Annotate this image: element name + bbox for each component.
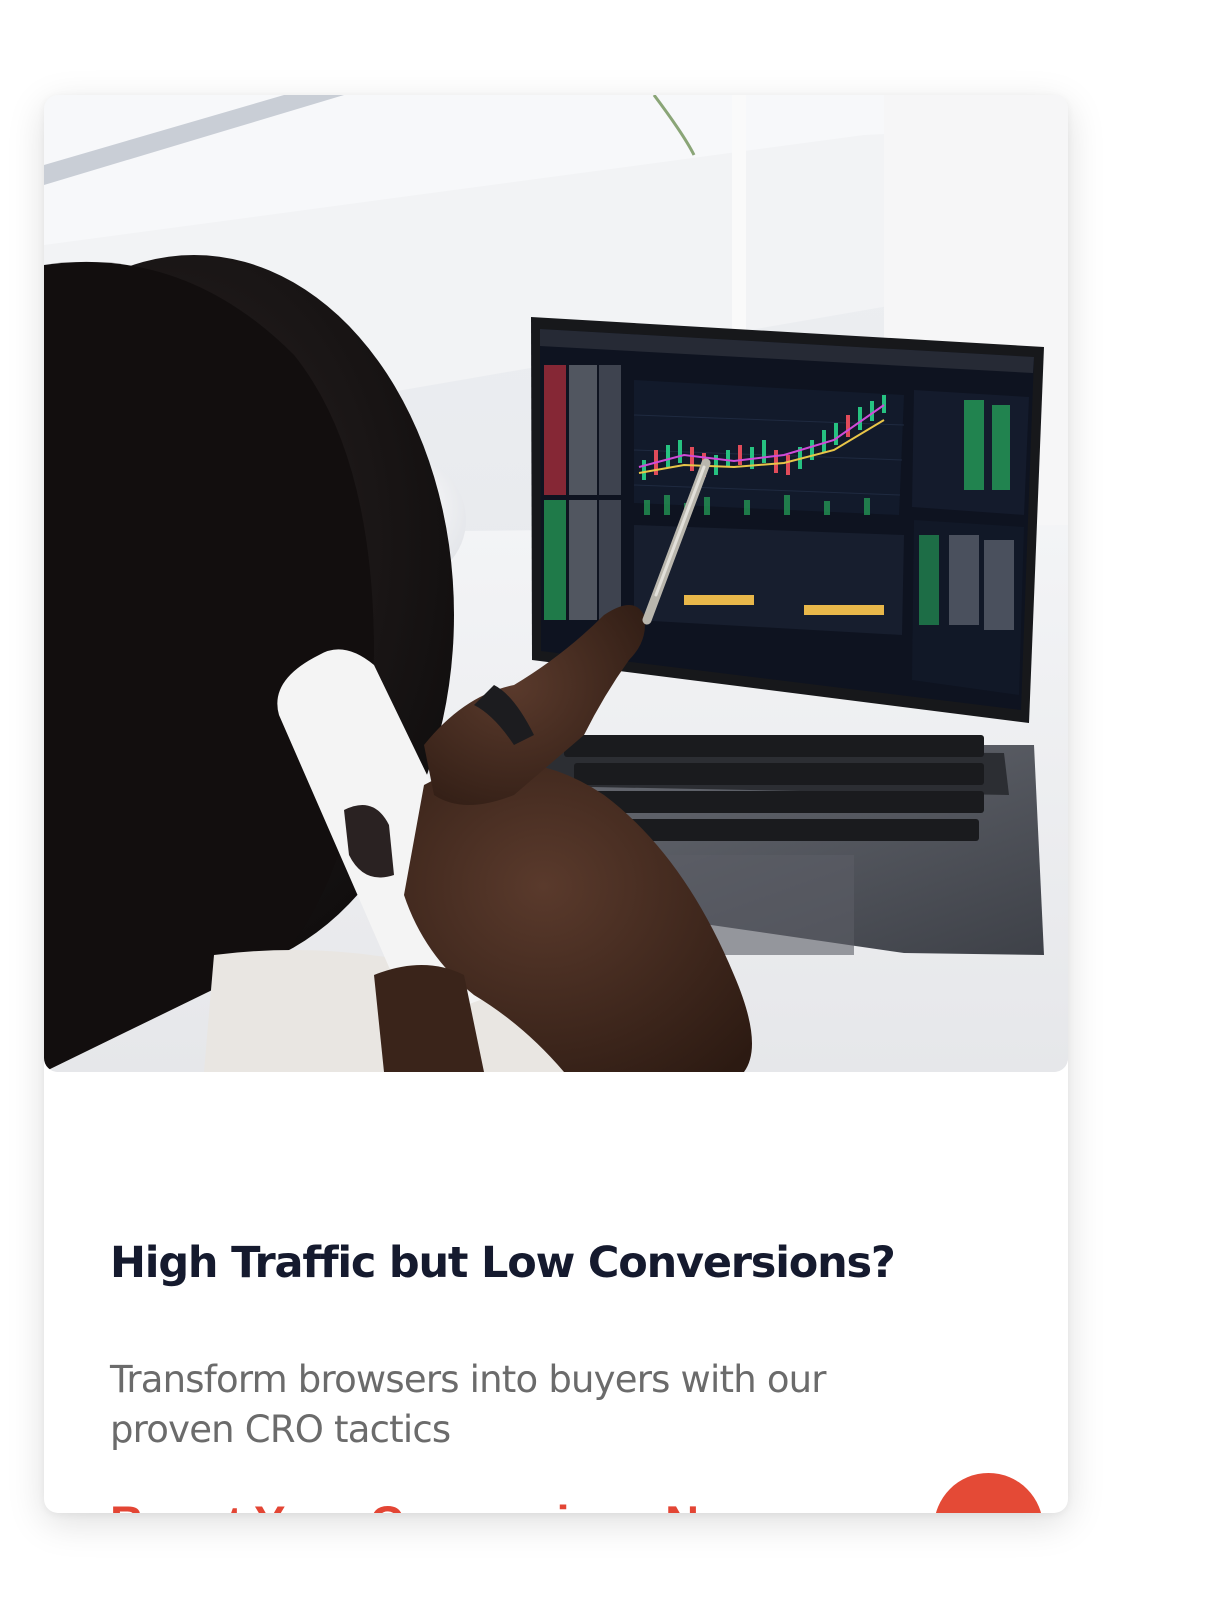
card-description: Transform browsers into buyers with our …: [110, 1358, 827, 1451]
card-title: High Traffic but Low Conversions?: [110, 1238, 896, 1288]
arrow-button[interactable]: [934, 1473, 1043, 1513]
boost-conversions-link[interactable]: Boost Your Conversions Now: [110, 1496, 764, 1513]
promo-card: High Traffic but Low Conversions? Transf…: [44, 95, 1068, 1513]
hero-image: [44, 95, 1068, 1072]
arrow-right-icon: [970, 1513, 1008, 1514]
